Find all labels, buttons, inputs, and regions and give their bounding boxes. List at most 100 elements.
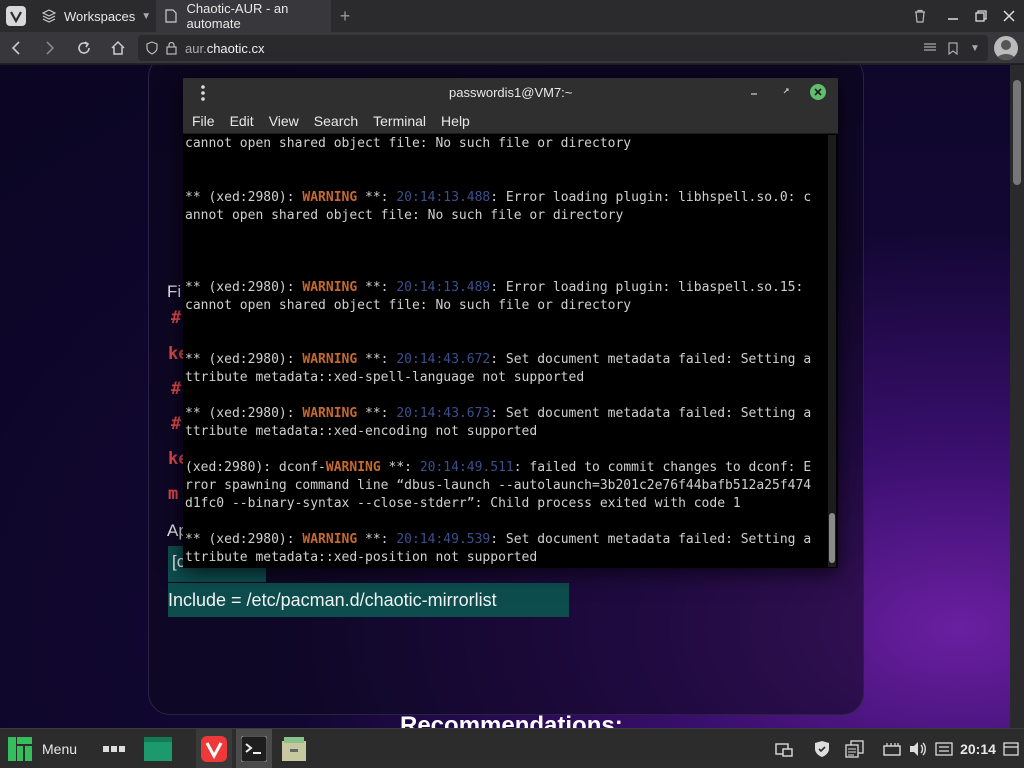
chevron-down-icon: ▼	[141, 10, 152, 22]
terminal-line: cannot open shared object file: No such …	[185, 135, 825, 153]
restore-button[interactable]	[966, 0, 996, 32]
menu-help[interactable]: Help	[441, 113, 470, 129]
terminal-text: ** (xed:2980):	[185, 532, 303, 547]
vivaldi-icon	[10, 11, 22, 23]
menu-view[interactable]: View	[269, 113, 299, 129]
terminal-maximize-button[interactable]	[781, 84, 795, 102]
terminal-line: ttribute metadata::xed-spell-language no…	[185, 369, 825, 387]
terminal-text: ** (xed:2980):	[185, 352, 303, 367]
avatar-icon	[996, 40, 1016, 60]
trash-icon[interactable]	[905, 0, 935, 32]
terminal-text: : Set document metadata failed: Setting …	[490, 352, 812, 367]
file-cabinet-icon	[282, 737, 306, 761]
minimize-button[interactable]	[938, 0, 968, 32]
shield-icon[interactable]	[146, 41, 158, 55]
terminal-line: ** (xed:2980): WARNING **: 20:14:43.672:…	[185, 351, 825, 369]
vivaldi-menu-button[interactable]	[6, 6, 26, 26]
page-scrollbar-thumb[interactable]	[1013, 80, 1021, 185]
terminal-menubar: File Edit View Search Terminal Help	[183, 108, 838, 134]
close-icon	[814, 88, 822, 96]
terminal-line: ** (xed:2980): WARNING **: 20:14:13.488:…	[185, 189, 825, 207]
close-button[interactable]	[994, 0, 1024, 32]
terminal-minimize-button[interactable]	[749, 84, 763, 102]
terminal-text: ** (xed:2980):	[185, 190, 303, 205]
tab-workspaces[interactable]: Workspaces ▼	[38, 0, 152, 32]
keyboard-layout-icon[interactable]	[932, 729, 956, 768]
terminal-text: : Set document metadata failed: Setting …	[490, 532, 812, 547]
terminal-scrollbar[interactable]	[828, 135, 836, 567]
window-list-icon[interactable]	[772, 729, 796, 768]
warning-label: WARNING	[302, 406, 358, 421]
menu-search[interactable]: Search	[314, 113, 358, 129]
terminal-window: passwordis1@VM7:~ File Edit View Search …	[183, 78, 838, 568]
clipboard-icon[interactable]	[842, 729, 868, 768]
show-desktop-icon[interactable]	[98, 729, 130, 768]
warning-label: WARNING	[302, 352, 358, 367]
terminal-close-button[interactable]	[810, 84, 826, 100]
terminal-titlebar[interactable]: passwordis1@VM7:~	[183, 78, 838, 108]
terminal-line: (xed:2980): dconf-WARNING **: 20:14:49.5…	[185, 459, 825, 477]
url-prefix: aur.	[185, 40, 207, 56]
home-button[interactable]	[106, 36, 130, 60]
terminal-scrollbar-thumb[interactable]	[829, 513, 835, 563]
kebab-menu-icon[interactable]	[199, 84, 207, 102]
terminal-text: ttribute metadata::xed-spell-language no…	[185, 370, 585, 385]
workspace-switcher-icon[interactable]	[140, 729, 176, 768]
vivaldi-icon	[201, 736, 227, 762]
terminal-text: cannot open shared object file: No such …	[185, 136, 632, 151]
reload-button[interactable]	[72, 36, 96, 60]
terminal-line: ** (xed:2980): WARNING **: 20:14:13.489:…	[185, 279, 825, 297]
warning-label: WARNING	[302, 532, 358, 547]
terminal-line: annot open shared object file: No such f…	[185, 207, 825, 225]
forward-button[interactable]	[38, 36, 62, 60]
tab-chaotic-aur-label: Chaotic-AUR - an automate	[186, 1, 289, 31]
url-domain: chaotic.cx	[206, 40, 265, 56]
terminal-text: rror spawning command line “dbus-launch …	[185, 478, 812, 493]
page-code-fragment: #	[171, 379, 182, 399]
tab-chaotic-aur[interactable]: Chaotic-AUR - an automate	[156, 0, 331, 32]
security-shield-icon[interactable]	[810, 729, 834, 768]
terminal-text: ttribute metadata::xed-position not supp…	[185, 550, 538, 565]
profile-avatar-button[interactable]	[994, 36, 1018, 60]
terminal-taskbar-button[interactable]	[236, 729, 272, 768]
new-tab-button[interactable]: +	[330, 0, 360, 32]
timestamp: 20:14:43.672	[396, 352, 491, 367]
address-toolbar: aur. chaotic.cx ▼	[0, 32, 1024, 64]
url-field[interactable]: aur. chaotic.cx ▼	[138, 35, 988, 61]
start-menu-button[interactable]: Menu	[4, 729, 82, 768]
file-manager-taskbar-button[interactable]	[276, 729, 312, 768]
page-text-fragment: Fi	[167, 282, 182, 301]
terminal-line: ** (xed:2980): WARNING **: 20:14:49.539:…	[185, 531, 825, 549]
terminal-text: **:	[357, 532, 397, 547]
lock-icon[interactable]	[166, 41, 177, 55]
terminal-line: rror spawning command line “dbus-launch …	[185, 477, 825, 495]
bookmark-icon[interactable]	[948, 41, 958, 55]
warning-label: WARNING	[302, 190, 358, 205]
timestamp: 20:14:43.673	[396, 406, 491, 421]
menu-terminal[interactable]: Terminal	[373, 113, 426, 129]
clock[interactable]: 20:14	[958, 729, 998, 768]
back-button[interactable]	[4, 36, 28, 60]
terminal-line: cannot open shared object file: No such …	[185, 297, 825, 315]
menu-file[interactable]: File	[192, 113, 215, 129]
network-icon[interactable]	[880, 729, 904, 768]
vivaldi-taskbar-button[interactable]	[196, 729, 232, 768]
terminal-text: ttribute metadata::xed-encoding not supp…	[185, 424, 538, 439]
chevron-down-icon[interactable]: ▼	[970, 43, 980, 54]
terminal-line: ** (xed:2980): WARNING **: 20:14:43.673:…	[185, 405, 825, 423]
timestamp: 20:14:49.511	[419, 460, 514, 475]
volume-icon[interactable]	[906, 729, 930, 768]
browser-tab-bar: Workspaces ▼ Chaotic-AUR - an automate +	[0, 0, 1024, 32]
terminal-text: **:	[380, 460, 420, 475]
terminal-output[interactable]: cannot open shared object file: No such …	[185, 135, 825, 565]
notifications-icon[interactable]	[1000, 729, 1022, 768]
menu-edit[interactable]: Edit	[230, 113, 254, 129]
reader-view-icon[interactable]	[924, 43, 936, 53]
page-code-fragment: m	[168, 484, 179, 504]
